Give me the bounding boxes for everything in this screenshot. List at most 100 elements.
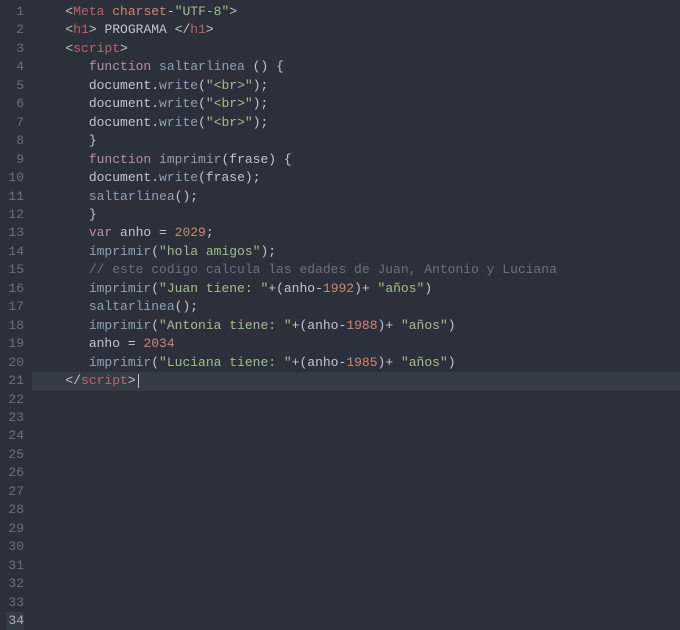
code-line[interactable]: document.write(frase);: [32, 169, 680, 187]
line-number: 25: [6, 446, 24, 464]
code-token: (: [151, 281, 159, 296]
code-line[interactable]: ímprimir("Antonia tiene: "+(anho-1988)+ …: [32, 317, 680, 335]
line-number: 21: [6, 372, 24, 390]
code-token: 1985: [346, 355, 377, 370]
code-token: ): [424, 281, 432, 296]
code-token: write: [159, 96, 198, 111]
line-number: 15: [6, 261, 24, 279]
line-number: 18: [6, 317, 24, 335]
code-line[interactable]: document.write("<br>");: [32, 77, 680, 95]
code-token: ímprimir: [89, 281, 151, 296]
code-line[interactable]: ímprimir("Juan tiene: "+(anho-1992)+ "añ…: [32, 280, 680, 298]
code-token: "hola amigos": [159, 244, 260, 259]
code-token: [151, 59, 159, 74]
code-token: PROGRAMA: [104, 22, 166, 37]
code-token: (: [198, 96, 206, 111]
code-line[interactable]: <Meta charset-"UTF-8">: [32, 3, 680, 21]
code-line[interactable]: </script>: [32, 372, 680, 390]
code-token: )+: [378, 318, 401, 333]
code-token: )+: [354, 281, 377, 296]
line-number: 14: [6, 243, 24, 261]
code-token: ) {: [268, 152, 291, 167]
code-token: (: [151, 244, 159, 259]
code-token: >: [89, 22, 105, 37]
line-number: 27: [6, 483, 24, 501]
code-token: // este codigo calcula las edades de Jua…: [89, 262, 557, 277]
code-token: () {: [245, 59, 284, 74]
code-token: .: [151, 96, 159, 111]
code-token: "<br>": [206, 78, 253, 93]
line-number: 20: [6, 354, 24, 372]
code-line[interactable]: }: [32, 132, 680, 150]
code-token: 2034: [143, 336, 174, 351]
code-token: .: [151, 78, 159, 93]
code-token: h1: [73, 22, 89, 37]
code-token: +(: [292, 355, 308, 370]
code-editor[interactable]: 1234567891011121314151617181920212223242…: [0, 0, 680, 627]
code-token: (: [198, 115, 206, 130]
line-number: 24: [6, 427, 24, 445]
line-number: 31: [6, 557, 24, 575]
code-token: ímprimir: [159, 152, 221, 167]
code-token: ímprimir: [89, 318, 151, 333]
code-token: (: [151, 318, 159, 333]
code-token: script: [81, 373, 128, 388]
code-line[interactable]: anho = 2034: [32, 335, 680, 353]
code-token: "UTF-8": [175, 4, 230, 19]
code-token: "Juan tiene: ": [159, 281, 268, 296]
code-token: +(: [268, 281, 284, 296]
code-token: saltarlinea: [89, 299, 175, 314]
code-line[interactable]: document.write("<br>");: [32, 114, 680, 132]
code-line[interactable]: ímprimir("Luciana tiene: "+(anho-1985)+ …: [32, 354, 680, 372]
code-token: h1: [190, 22, 206, 37]
line-number: 29: [6, 520, 24, 538]
code-token: script: [73, 41, 120, 56]
line-number: 10: [6, 169, 24, 187]
code-line[interactable]: function saltarlinea () {: [32, 58, 680, 76]
code-token: ): [448, 355, 456, 370]
code-token: >: [128, 373, 136, 388]
code-line[interactable]: saltarlinea();: [32, 298, 680, 316]
code-token: </: [167, 22, 190, 37]
line-number: 33: [6, 594, 24, 612]
code-token: "Antonia tiene: ": [159, 318, 292, 333]
code-line[interactable]: ímprimir("hola amigos");: [32, 243, 680, 261]
code-token: }: [89, 207, 97, 222]
line-number: 17: [6, 298, 24, 316]
code-line[interactable]: saltarlinea();: [32, 188, 680, 206]
line-number: 9: [6, 151, 24, 169]
code-token: >: [120, 41, 128, 56]
code-token: >: [206, 22, 214, 37]
code-token: =: [120, 336, 143, 351]
line-number: 1: [6, 3, 24, 21]
code-token: Meta: [73, 4, 104, 19]
code-token: +(: [292, 318, 308, 333]
code-token: write: [159, 78, 198, 93]
code-token: (: [151, 355, 159, 370]
code-token: -: [315, 281, 323, 296]
code-token: document: [89, 170, 151, 185]
code-token: "años": [378, 281, 425, 296]
line-number: 34: [6, 612, 24, 630]
code-area[interactable]: <Meta charset-"UTF-8"> <h1> PROGRAMA </h…: [32, 0, 680, 627]
code-line[interactable]: document.write("<br>");: [32, 95, 680, 113]
line-number: 19: [6, 335, 24, 353]
code-line[interactable]: }: [32, 206, 680, 224]
code-line[interactable]: <script>: [32, 40, 680, 58]
code-token: "<br>": [206, 96, 253, 111]
code-line[interactable]: // este codigo calcula las edades de Jua…: [32, 261, 680, 279]
code-token: function: [89, 152, 151, 167]
code-line[interactable]: <h1> PROGRAMA </h1>: [32, 21, 680, 39]
code-token: anho: [120, 225, 151, 240]
code-token: );: [253, 96, 269, 111]
line-number: 30: [6, 538, 24, 556]
code-token: ímprimir: [89, 355, 151, 370]
code-token: var: [89, 225, 112, 240]
code-token: ímprimir: [89, 244, 151, 259]
code-line[interactable]: function ímprimir(frase) {: [32, 151, 680, 169]
code-token: [151, 152, 159, 167]
code-token: </: [65, 373, 81, 388]
line-number: 32: [6, 575, 24, 593]
code-token: ();: [175, 299, 198, 314]
code-line[interactable]: var anho = 2029;: [32, 224, 680, 242]
